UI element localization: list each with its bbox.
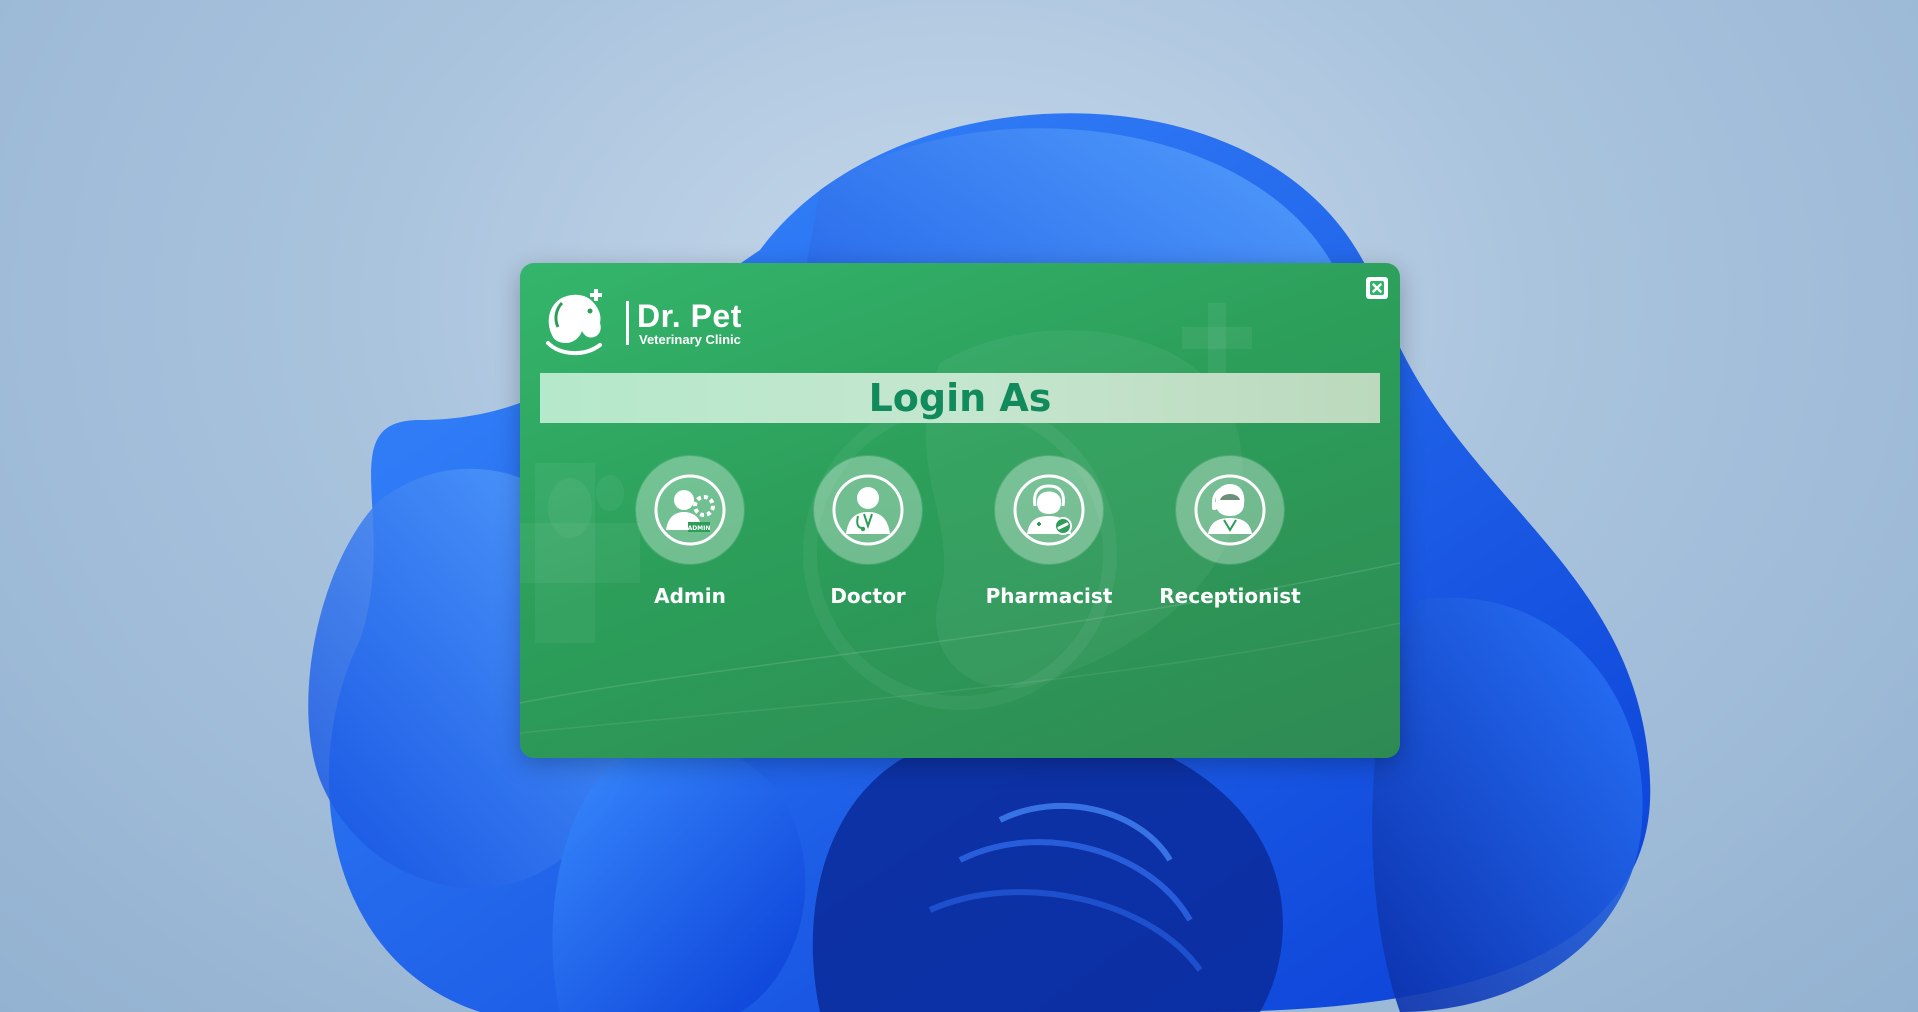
brand-divider (626, 301, 629, 345)
title-bar: Login As (540, 373, 1380, 423)
role-doctor-circle[interactable] (814, 456, 922, 564)
brand-name: Dr. Pet (637, 297, 742, 334)
svg-text:ADMIN: ADMIN (688, 525, 711, 532)
doctor-icon (832, 474, 904, 546)
login-dialog: Dr. Pet Veterinary Clinic Login As ADMIN… (520, 263, 1400, 758)
role-doctor-label: Doctor (830, 584, 906, 608)
role-pharmacist-button[interactable]: Pharmacist (964, 456, 1134, 608)
role-doctor-button[interactable]: Doctor (783, 456, 953, 608)
role-admin-label: Admin (654, 584, 726, 608)
role-admin-circle[interactable]: ADMIN (636, 456, 744, 564)
role-pharmacist-circle[interactable] (995, 456, 1103, 564)
receptionist-icon (1194, 474, 1266, 546)
pet-logo-icon (546, 289, 602, 355)
role-receptionist-circle[interactable] (1176, 456, 1284, 564)
role-admin-button[interactable]: ADMIN Admin (605, 456, 775, 608)
admin-icon: ADMIN (654, 474, 726, 546)
role-pharmacist-label: Pharmacist (985, 584, 1113, 608)
brand: Dr. Pet Veterinary Clinic (540, 285, 742, 361)
pharmacist-icon (1013, 474, 1085, 546)
close-button[interactable] (1366, 277, 1388, 299)
brand-subtitle: Veterinary Clinic (639, 331, 741, 347)
close-icon (1370, 281, 1384, 295)
role-receptionist-label: Receptionist (1159, 584, 1301, 608)
dialog-title: Login As (868, 376, 1052, 420)
role-receptionist-button[interactable]: Receptionist (1145, 456, 1315, 608)
